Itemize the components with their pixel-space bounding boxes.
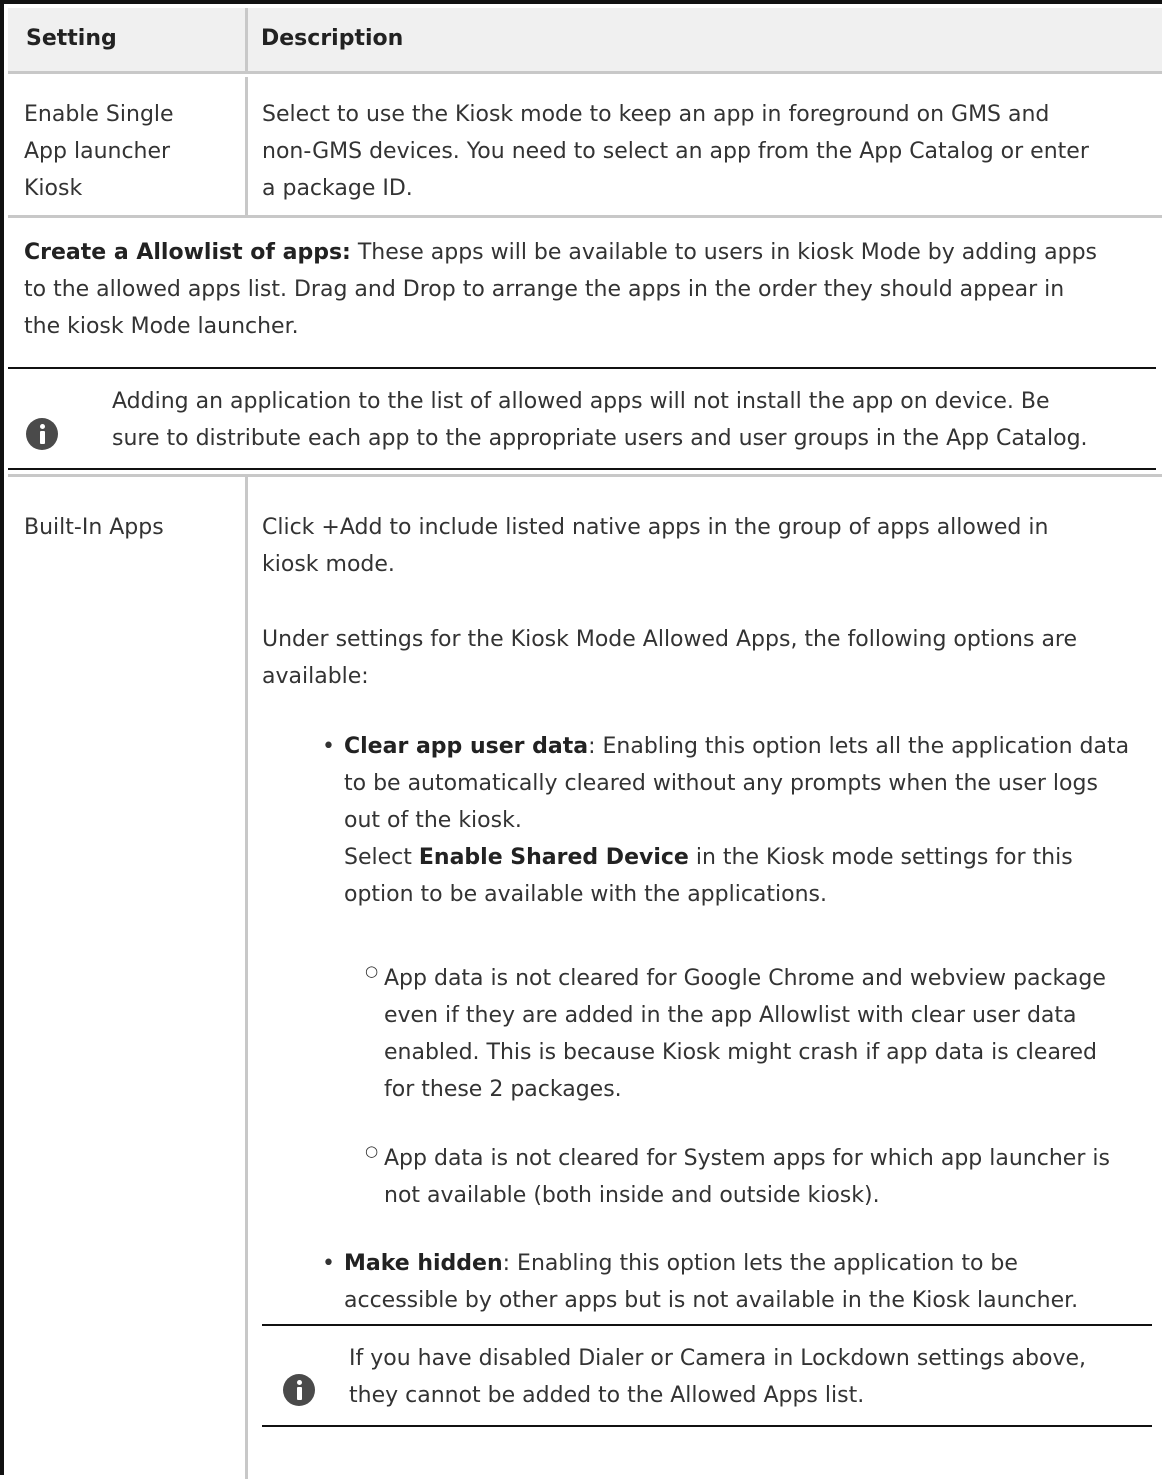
option-make-hidden: Make hidden: Enabling this option lets t… [344, 1245, 1078, 1319]
setting-name-enable-single-app: Enable Single App launcher Kiosk [24, 96, 174, 207]
note-top-rule [8, 367, 1156, 369]
description-line: a package ID. [262, 176, 413, 201]
built-in-apps-options-intro: Under settings for the Kiosk Mode Allowe… [262, 621, 1077, 695]
sub-note-line: even if they are added in the app Allowl… [384, 1003, 1077, 1028]
column-header-description: Description [261, 26, 404, 51]
row-divider [8, 215, 1162, 218]
option-text: in the Kiosk mode settings for this [688, 845, 1073, 870]
note-line: Adding an application to the list of all… [112, 389, 1050, 414]
option-text: out of the kiosk. [344, 808, 522, 833]
option-text: to be automatically cleared without any … [344, 771, 1098, 796]
table-header: Setting Description [8, 8, 1162, 74]
option-text: : Enabling this option lets the applicat… [502, 1251, 1018, 1276]
description-line: available: [262, 664, 369, 689]
note-bottom-rule [8, 468, 1156, 470]
option-text: Select [344, 845, 419, 870]
note-line: sure to distribute each app to the appro… [112, 426, 1088, 451]
setting-line: App launcher [24, 139, 171, 164]
description-line: non-GMS devices. You need to select an a… [262, 139, 1089, 164]
column-divider [245, 8, 248, 74]
document-frame: Setting Description Enable Single App la… [0, 0, 1162, 1479]
allowlist-text: the kiosk Mode launcher. [24, 314, 299, 339]
note-dialer-camera: If you have disabled Dialer or Camera in… [349, 1340, 1086, 1414]
sub-note-chrome-webview: App data is not cleared for Google Chrom… [384, 960, 1106, 1108]
setting-line: Enable Single [24, 102, 174, 127]
option-text: accessible by other apps but is not avai… [344, 1288, 1079, 1313]
built-in-apps-intro: Click +Add to include listed native apps… [262, 509, 1048, 583]
sub-note-line: not available (both inside and outside k… [384, 1183, 880, 1208]
setting-name-built-in-apps: Built-In Apps [24, 515, 164, 540]
sub-note-line: for these 2 packages. [384, 1077, 622, 1102]
note-top-rule [262, 1324, 1152, 1326]
column-divider [245, 77, 248, 217]
option-name: Clear app user data [344, 734, 589, 759]
allowlist-heading: Create a Allowlist of apps: [24, 240, 351, 265]
row-divider [8, 474, 1162, 477]
bullet-marker: • [322, 734, 335, 759]
info-icon [283, 1374, 315, 1406]
setting-description-enable-single-app: Select to use the Kiosk mode to keep an … [262, 96, 1089, 207]
sub-bullet-marker: ○ [365, 962, 379, 980]
option-text: : Enabling this option lets all the appl… [588, 734, 1130, 759]
sub-bullet-marker: ○ [365, 1142, 379, 1160]
option-text: option to be available with the applicat… [344, 882, 828, 907]
info-icon [26, 418, 58, 450]
note-line: they cannot be added to the Allowed Apps… [349, 1383, 865, 1408]
setting-reference: Enable Shared Device [418, 845, 689, 870]
sub-note-line: enabled. This is because Kiosk might cra… [384, 1040, 1097, 1065]
option-name: Make hidden [344, 1251, 503, 1276]
setting-line: Kiosk [24, 176, 83, 201]
sub-note-line: App data is not cleared for System apps … [384, 1146, 1110, 1171]
note-allowed-apps-install: Adding an application to the list of all… [112, 383, 1088, 457]
allowlist-text: to the allowed apps list. Drag and Drop … [24, 277, 1065, 302]
description-line: Select to use the Kiosk mode to keep an … [262, 102, 1050, 127]
note-bottom-rule [262, 1425, 1152, 1427]
allowlist-paragraph: Create a Allowlist of apps: These apps w… [24, 234, 1154, 345]
description-line: Click +Add to include listed native apps… [262, 515, 1049, 540]
bullet-marker: • [322, 1251, 335, 1276]
column-header-setting: Setting [26, 26, 117, 51]
description-line: kiosk mode. [262, 552, 395, 577]
note-line: If you have disabled Dialer or Camera in… [349, 1346, 1086, 1371]
column-divider [245, 477, 248, 1479]
option-clear-app-user-data: Clear app user data: Enabling this optio… [344, 728, 1129, 913]
sub-note-line: App data is not cleared for Google Chrom… [384, 966, 1106, 991]
sub-note-system-apps: App data is not cleared for System apps … [384, 1140, 1110, 1214]
allowlist-text: These apps will be available to users in… [350, 240, 1098, 265]
description-line: Under settings for the Kiosk Mode Allowe… [262, 627, 1078, 652]
